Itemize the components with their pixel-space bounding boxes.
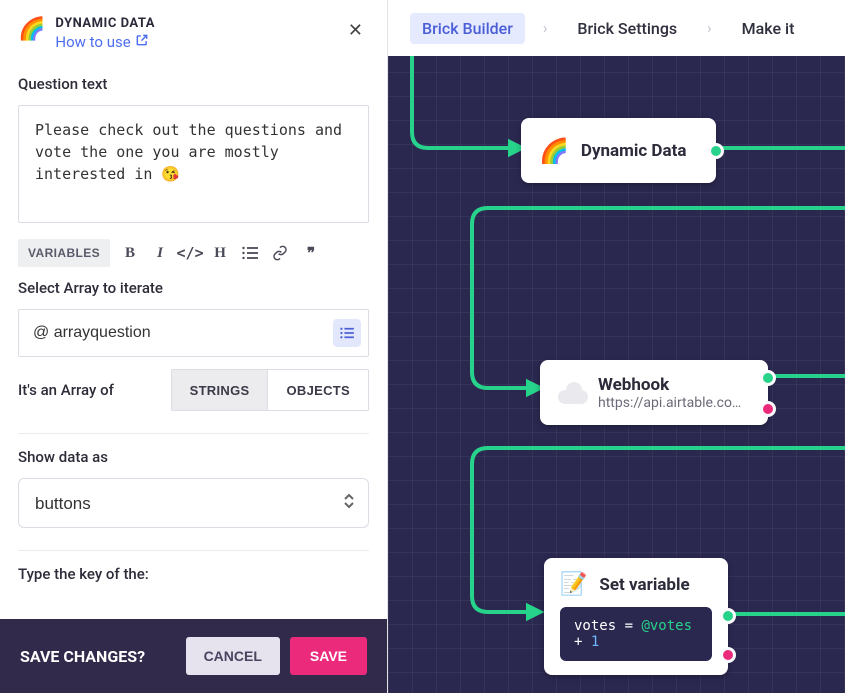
error-handle[interactable] xyxy=(760,401,776,417)
quote-icon[interactable]: ❞ xyxy=(300,241,320,265)
italic-icon[interactable]: I xyxy=(150,241,170,265)
select-array-label: Select Array to iterate xyxy=(18,279,369,297)
array-of-label: It's an Array of xyxy=(18,381,114,399)
link-icon[interactable] xyxy=(270,241,290,265)
rich-text-toolbar: VARIABLES B I </> H ❞ xyxy=(18,239,369,267)
variables-button[interactable]: VARIABLES xyxy=(18,239,110,267)
code-num: 1 xyxy=(591,634,599,650)
list-badge-icon[interactable] xyxy=(333,319,361,347)
segment-strings[interactable]: STRINGS xyxy=(172,370,268,410)
breadcrumb-chevron-icon: › xyxy=(543,19,548,37)
node-subtitle: https://api.airtable.co… xyxy=(598,395,741,411)
show-as-select[interactable]: buttons xyxy=(18,478,369,528)
question-text-input[interactable]: Please check out the questions and vote … xyxy=(18,105,369,223)
output-handle[interactable] xyxy=(760,370,776,386)
save-button[interactable]: SAVE xyxy=(290,637,367,675)
heading-icon[interactable]: H xyxy=(210,241,230,265)
breadcrumbs: Brick Builder › Brick Settings › Make it xyxy=(388,0,845,56)
output-handle[interactable] xyxy=(708,143,724,159)
flow-canvas[interactable]: Brick Builder › Brick Settings › Make it xyxy=(388,0,845,693)
divider-2 xyxy=(18,550,369,551)
list-icon[interactable] xyxy=(240,241,260,265)
segment-objects[interactable]: OBJECTS xyxy=(267,370,368,410)
cloud-icon xyxy=(558,382,588,404)
rainbow-icon: 🌈 xyxy=(539,137,569,165)
rainbow-icon: 🌈 xyxy=(18,17,45,42)
external-link-icon xyxy=(135,33,149,51)
show-as-label: Show data as xyxy=(18,448,369,466)
node-title: Dynamic Data xyxy=(581,141,687,161)
code-icon[interactable]: </> xyxy=(180,241,200,265)
node-set-variable[interactable]: 📝 Set variable votes = @votes + 1 xyxy=(544,558,728,675)
output-handle[interactable] xyxy=(720,608,736,624)
save-changes-text: SAVE CHANGES? xyxy=(20,647,176,666)
how-to-use-link[interactable]: How to use xyxy=(55,33,148,51)
error-handle[interactable] xyxy=(720,647,736,663)
breadcrumb-make[interactable]: Make it xyxy=(730,13,807,44)
close-icon[interactable]: ✕ xyxy=(342,16,369,45)
code-expression: votes = @votes + 1 xyxy=(560,607,712,661)
question-text-label: Question text xyxy=(18,75,369,93)
breadcrumb-chevron-icon: › xyxy=(707,19,712,37)
how-to-use-text: How to use xyxy=(55,33,130,51)
bold-icon[interactable]: B xyxy=(120,241,140,265)
node-webhook[interactable]: Webhook https://api.airtable.co… xyxy=(540,360,768,425)
pencil-note-icon: 📝 xyxy=(560,572,587,597)
breadcrumb-builder[interactable]: Brick Builder xyxy=(410,13,525,44)
cancel-button[interactable]: CANCEL xyxy=(186,637,280,675)
code-plus: + xyxy=(574,634,591,650)
node-title: Set variable xyxy=(599,575,689,595)
node-title: Webhook xyxy=(598,375,741,395)
breadcrumb-settings[interactable]: Brick Settings xyxy=(565,13,689,44)
panel-title: DYNAMIC DATA xyxy=(55,16,342,31)
code-lhs: votes xyxy=(574,618,616,634)
code-eq: = xyxy=(616,618,641,634)
sidebar: 🌈 DYNAMIC DATA How to use ✕ Question tex… xyxy=(0,0,388,693)
array-iterate-input[interactable] xyxy=(18,309,369,357)
code-var: @votes xyxy=(641,618,692,634)
divider xyxy=(18,433,369,434)
array-type-segment: STRINGS OBJECTS xyxy=(171,369,369,411)
save-bar: SAVE CHANGES? CANCEL SAVE xyxy=(0,619,387,693)
key-label: Type the key of the: xyxy=(18,565,369,583)
node-dynamic-data[interactable]: 🌈 Dynamic Data xyxy=(521,118,716,183)
